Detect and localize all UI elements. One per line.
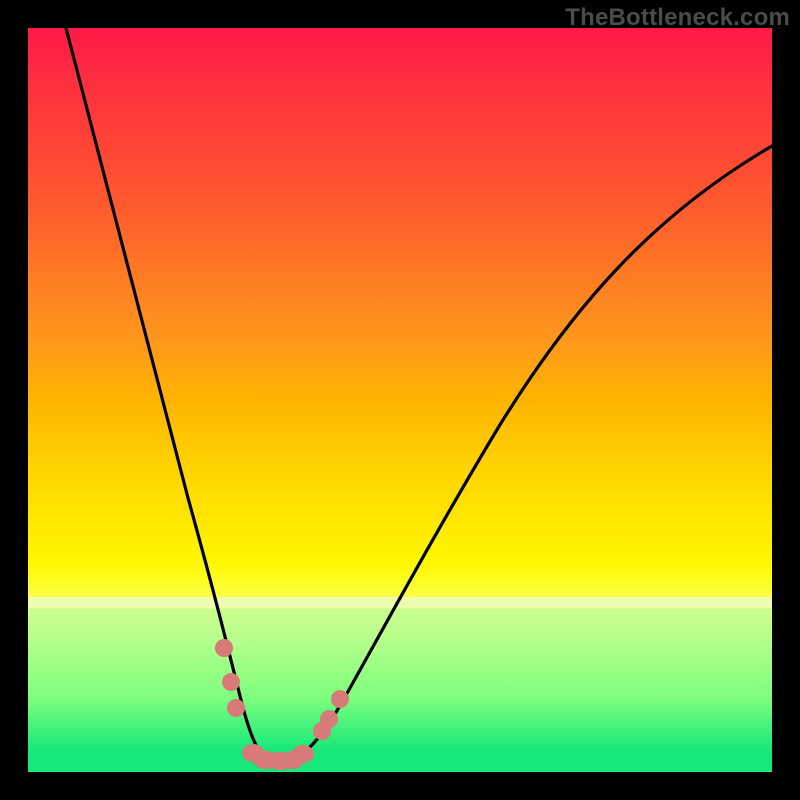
marker-dot (267, 752, 293, 770)
marker-dot (280, 751, 304, 769)
chart-frame: TheBottleneck.com (0, 0, 800, 800)
marker-group (215, 639, 349, 770)
marker-dot (215, 639, 233, 657)
marker-dot (253, 751, 279, 769)
bottleneck-curve (66, 28, 772, 763)
marker-dot (331, 690, 349, 708)
marker-dot (242, 744, 264, 762)
marker-dot (227, 699, 245, 717)
marker-dot (313, 722, 331, 740)
plot-area (28, 28, 772, 772)
marker-dot (292, 745, 314, 763)
curve-layer (28, 28, 772, 772)
marker-dot (222, 673, 240, 691)
marker-dot (320, 710, 338, 728)
